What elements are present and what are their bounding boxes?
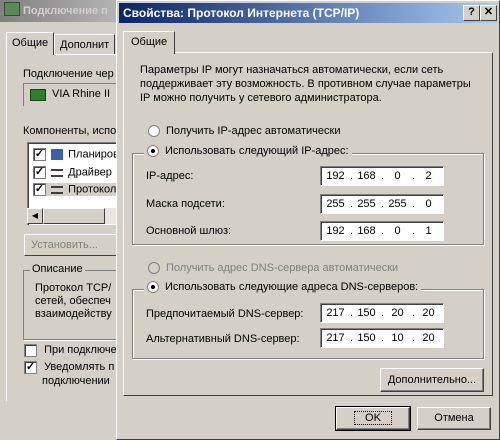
components-label: Компоненты, испо [23, 125, 117, 137]
ip-manual-label: Использовать следующий IP-адрес: [165, 145, 349, 157]
gateway-field[interactable]: 192. 168. 0. 1 [320, 221, 444, 241]
ip-octet[interactable]: 20 [414, 332, 443, 344]
close-icon[interactable]: ✕ [480, 5, 497, 21]
dns-auto-label: Получить адрес DNS-сервера автоматически [166, 262, 399, 274]
component-item-driver[interactable]: ✓ Драйвер [33, 166, 112, 179]
connection-properties-window: Подключение п Общие Дополнит Подключение… [0, 0, 137, 440]
ip-manual-option[interactable]: Использовать следующий IP-адрес: [144, 145, 352, 158]
network-card-icon [30, 89, 46, 101]
dns-preferred-field[interactable]: 217. 150. 20. 20 [320, 303, 444, 323]
tcpip-properties-dialog: Свойства: Протокол Интернета (TCP/IP) ? … [116, 0, 500, 440]
ip-octet[interactable]: 0 [383, 170, 412, 182]
ip-octet[interactable]: 255 [321, 198, 350, 210]
back-window-title: Подключение п [23, 5, 108, 17]
dialog-title: Свойства: Протокол Интернета (TCP/IP) [123, 6, 360, 20]
tab-general-label: Общие [131, 36, 168, 48]
dns-auto-option[interactable]: Получить адрес DNS-сервера автоматически [148, 262, 399, 275]
ip-octet[interactable]: 255 [383, 198, 412, 210]
connect-using-label: Подключение чер [23, 68, 114, 80]
description-group-label: Описание [30, 263, 85, 275]
ip-octet[interactable]: 20 [414, 307, 443, 319]
help-icon[interactable]: ? [463, 5, 480, 21]
description-line: взаимодейству [35, 308, 112, 320]
ip-auto-option[interactable]: Получить IP-адрес автоматически [148, 125, 341, 138]
components-hscrollbar[interactable]: ◀ [27, 208, 117, 224]
network-connection-icon [4, 2, 20, 16]
install-button[interactable]: Установить... [24, 234, 128, 256]
ip-address-label: IP-адрес: [146, 170, 194, 182]
ip-manual-radio[interactable] [147, 145, 159, 158]
dns-manual-option[interactable]: Использовать следующие адреса DNS-сервер… [144, 281, 422, 294]
ip-octet[interactable]: 1 [414, 225, 443, 237]
ip-octet[interactable]: 0 [383, 225, 412, 237]
ip-octet[interactable]: 0 [414, 198, 443, 210]
ok-button-label: OK [354, 411, 392, 425]
ip-auto-radio[interactable] [148, 125, 160, 138]
dns-settings-group [132, 289, 484, 359]
ip-octet[interactable]: 168 [352, 225, 381, 237]
network-protocol-icon [51, 168, 64, 177]
notify-checkbox[interactable]: ✓ [24, 361, 37, 374]
adapter-name: VIA Rhine II [52, 88, 111, 100]
dialog-titlebar[interactable]: Свойства: Протокол Интернета (TCP/IP) [119, 3, 497, 23]
ip-octet[interactable]: 217 [321, 307, 350, 319]
tab-general[interactable]: Общие [123, 31, 176, 54]
gateway-label: Основной шлюз: [146, 225, 232, 237]
notify-option[interactable]: ✓ Уведомлять п [24, 361, 114, 374]
component-item-tcpip[interactable]: ✓ Протокол [33, 183, 117, 196]
ip-octet[interactable]: 217 [321, 332, 350, 344]
ip-octet[interactable]: 255 [352, 198, 381, 210]
dns-alternate-label: Альтернативный DNS-сервер: [146, 333, 300, 345]
show-icon-checkbox[interactable] [24, 344, 37, 357]
ip-octet[interactable]: 20 [383, 307, 412, 319]
subnet-mask-field[interactable]: 255. 255. 255. 0 [320, 194, 444, 214]
show-icon-option[interactable]: При подключе [24, 344, 117, 357]
component-label: Драйвер [68, 166, 112, 179]
ip-octet[interactable]: 2 [414, 170, 443, 182]
ip-octet[interactable]: 168 [352, 170, 381, 182]
tab-advanced-back[interactable]: Дополнит [54, 34, 116, 55]
component-label: Протокол [68, 183, 117, 196]
description-line: сетей, обеспеч [35, 295, 111, 307]
ip-address-field[interactable]: 192. 168. 0. 2 [320, 166, 444, 186]
component-checkbox[interactable]: ✓ [33, 148, 46, 161]
show-icon-label: При подключе [44, 344, 117, 357]
ip-octet[interactable]: 192 [321, 225, 350, 237]
back-window-titlebar[interactable]: Подключение п [0, 0, 118, 22]
advanced-button[interactable]: Дополнительно... [380, 368, 484, 392]
scroll-left-icon[interactable]: ◀ [27, 208, 43, 224]
description-line: Протокол TCP/ [35, 282, 112, 294]
notify-label: Уведомлять п [44, 361, 115, 374]
dns-auto-radio[interactable] [148, 262, 160, 275]
subnet-label: Маска подсети: [146, 198, 225, 210]
cancel-button[interactable]: Отмена [417, 407, 491, 430]
dns-manual-label: Использовать следующие адреса DNS-сервер… [165, 281, 419, 293]
general-tab-panel: Параметры IP могут назначаться автоматич… [123, 52, 493, 396]
scheduler-icon [51, 149, 64, 160]
component-checkbox[interactable]: ✓ [33, 166, 46, 179]
network-protocol-icon [51, 185, 64, 194]
component-label: Планиров [68, 148, 119, 161]
ip-octet[interactable]: 150 [352, 307, 381, 319]
adapter-box: VIA Rhine II [23, 83, 124, 106]
component-checkbox[interactable]: ✓ [33, 183, 46, 196]
ip-auto-label: Получить IP-адрес автоматически [166, 125, 341, 137]
ip-octet[interactable]: 10 [383, 332, 412, 344]
ip-octet[interactable]: 192 [321, 170, 350, 182]
dns-preferred-label: Предпочитаемый DNS-сервер: [146, 308, 304, 320]
intro-text: Параметры IP могут назначаться автоматич… [140, 64, 471, 104]
dns-alternate-field[interactable]: 217. 150. 10. 20 [320, 328, 444, 348]
ip-octet[interactable]: 150 [352, 332, 381, 344]
dns-manual-radio[interactable] [147, 281, 159, 294]
tab-general-back[interactable]: Общие [6, 32, 55, 55]
ok-button[interactable]: OK [335, 406, 411, 431]
scroll-thumb[interactable] [43, 208, 105, 224]
notify-label-line2: подключении [42, 375, 110, 387]
component-item-scheduler[interactable]: ✓ Планиров [33, 148, 119, 161]
